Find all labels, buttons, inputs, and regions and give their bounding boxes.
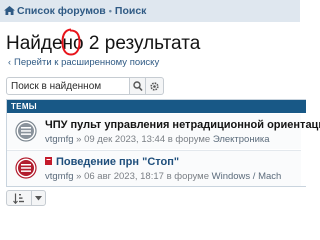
- search-input[interactable]: [6, 77, 130, 95]
- results-header: ТЕМЫ: [7, 100, 306, 113]
- page-title: Найдено 2 результата: [6, 33, 200, 55]
- result-count: 2: [88, 33, 100, 54]
- advanced-search-label: Перейти к расширенному поиску: [14, 57, 160, 68]
- breadcrumb: Список форумов • Поиск: [4, 5, 146, 17]
- topic-meta: vtgmfg » 06 авг 2023, 18:17 в форуме Win…: [45, 171, 281, 182]
- advanced-search-button[interactable]: [146, 77, 164, 95]
- advanced-search-link[interactable]: ‹ Перейти к расширенному поиску: [8, 57, 159, 68]
- topic-title-link[interactable]: ЧПУ пульт управления нетрадиционной орие…: [45, 119, 320, 131]
- title-suffix: результата: [104, 33, 201, 54]
- sort-divider: [31, 191, 32, 205]
- forum-link[interactable]: Электроника: [213, 134, 270, 145]
- topic-row[interactable]: Поведение прн "Стоп" vtgmfg » 06 авг 202…: [7, 150, 301, 186]
- navbar: Список форумов • Поиск: [0, 0, 300, 22]
- post-author[interactable]: vtgmfg: [45, 171, 74, 182]
- search-button[interactable]: [130, 77, 146, 95]
- forum-prefix: в форуме: [167, 134, 211, 145]
- title-prefix: Найдено: [6, 33, 84, 54]
- post-date: 09 дек 2023, 13:44: [84, 134, 166, 145]
- sort-icon: [13, 193, 24, 204]
- forum-prefix: в форуме: [166, 171, 209, 182]
- topic-icon: [15, 120, 37, 142]
- sort-button[interactable]: [6, 190, 46, 206]
- breadcrumb-search[interactable]: Поиск: [115, 5, 147, 17]
- post-author[interactable]: vtgmfg: [45, 134, 74, 145]
- post-date: 06 авг 2023, 18:17: [84, 171, 164, 182]
- breadcrumb-forums[interactable]: Список форумов: [17, 5, 106, 17]
- chevron-down-icon: [35, 196, 42, 201]
- meta-separator: »: [76, 134, 82, 145]
- breadcrumb-separator-icon: •: [108, 6, 112, 16]
- topic-title-text: Поведение прн "Стоп": [56, 156, 180, 168]
- home-icon: [4, 6, 15, 15]
- meta-separator: »: [76, 171, 82, 182]
- gear-icon: [150, 82, 159, 91]
- results-block: ТЕМЫ ЧПУ пульт управления нетрадиционной…: [6, 99, 320, 187]
- topic-locked-icon: [15, 157, 37, 179]
- forum-link[interactable]: Windows / Mach: [212, 171, 282, 182]
- red-flag-icon: [45, 157, 52, 165]
- topic-row[interactable]: ЧПУ пульт управления нетрадиционной орие…: [7, 114, 320, 149]
- topic-title-link[interactable]: Поведение прн "Стоп": [45, 156, 179, 168]
- chevron-left-icon: ‹: [8, 57, 11, 67]
- topic-meta: vtgmfg » 09 дек 2023, 13:44 в форуме Эле…: [45, 134, 270, 145]
- search-icon: [133, 81, 143, 92]
